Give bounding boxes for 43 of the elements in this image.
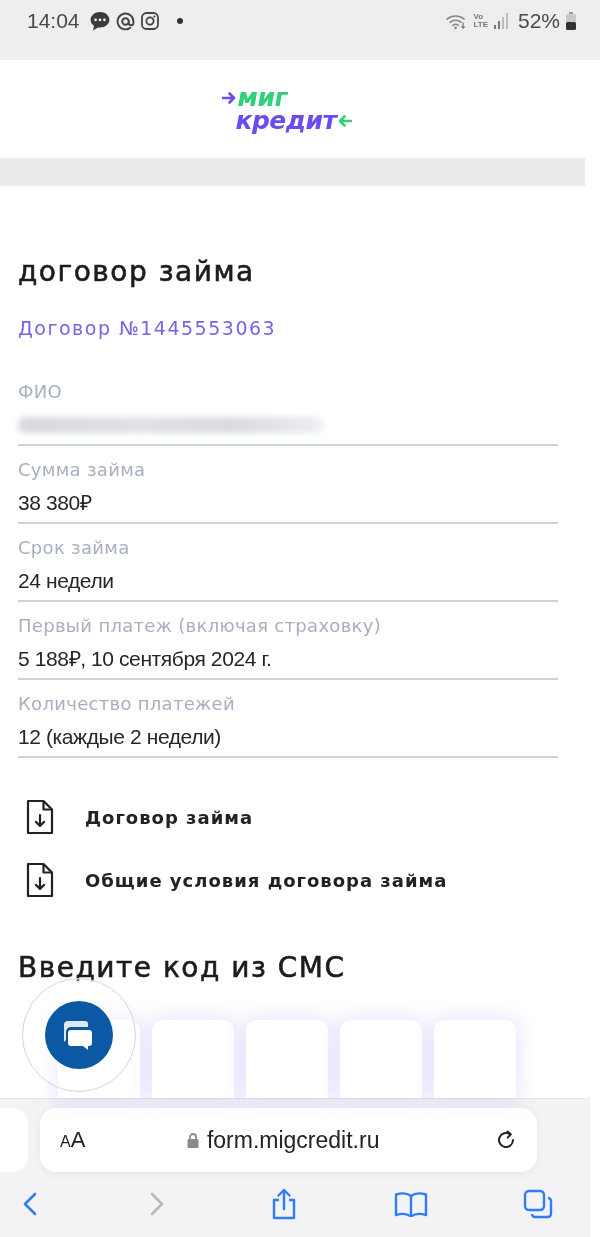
section-heading: Введите код из СМС <box>18 951 346 985</box>
logo-text: миг <box>237 86 287 109</box>
logo-arrow-icon <box>222 91 237 104</box>
file-download-icon[interactable] <box>25 799 55 835</box>
tabs-icon[interactable] <box>523 1189 553 1219</box>
battery-icon <box>566 12 576 30</box>
share-icon[interactable] <box>271 1188 297 1220</box>
field-value: 38 380₽ <box>18 490 92 516</box>
address-bar[interactable]: AA form.migcredit.ru <box>40 1108 537 1172</box>
field-value: 24 недели <box>18 568 114 594</box>
field-value: 5 188₽, 10 сентября 2024 г. <box>18 646 272 672</box>
code-digit-field[interactable] <box>246 1020 328 1098</box>
code-digit-field[interactable] <box>152 1020 234 1098</box>
code-digit-field[interactable] <box>434 1020 516 1098</box>
signal-icon <box>493 13 508 29</box>
document-link[interactable]: Общие условия договора займа <box>85 869 448 891</box>
chat-notification-icon <box>89 11 110 31</box>
field-label: Количество платежей <box>18 694 235 714</box>
lock-icon <box>186 1132 199 1148</box>
camera-app-icon <box>140 12 159 30</box>
text-size-button[interactable]: AA <box>60 1127 86 1153</box>
logo-text: кредит <box>235 109 337 132</box>
book-icon[interactable] <box>394 1191 428 1217</box>
field-label: ФИО <box>18 382 63 402</box>
wifi-icon <box>446 12 468 30</box>
document-link[interactable]: Договор займа <box>85 806 254 828</box>
file-download-icon[interactable] <box>25 862 55 898</box>
url-text[interactable]: form.migcredit.ru <box>206 1126 380 1154</box>
reload-icon[interactable] <box>495 1129 517 1151</box>
logo-arrow-icon <box>337 114 352 127</box>
status-time: 14:04 <box>27 9 80 33</box>
at-sign-icon <box>115 11 135 31</box>
dot-icon <box>176 18 183 24</box>
back-icon[interactable] <box>23 1192 37 1216</box>
network-type-label: Vo LTE <box>473 13 488 29</box>
field-label: Первый платеж (включая страховку) <box>18 616 381 636</box>
page-heading: договор займа <box>18 255 255 289</box>
code-digit-field[interactable] <box>340 1020 422 1098</box>
field-label: Срок займа <box>18 538 130 558</box>
battery-percent: 52% <box>517 9 560 33</box>
field-label: Сумма займа <box>18 460 146 480</box>
contract-number-link[interactable]: Договор №1445553063 <box>18 316 277 340</box>
field-value: 12 (каждые 2 недели) <box>18 724 221 750</box>
